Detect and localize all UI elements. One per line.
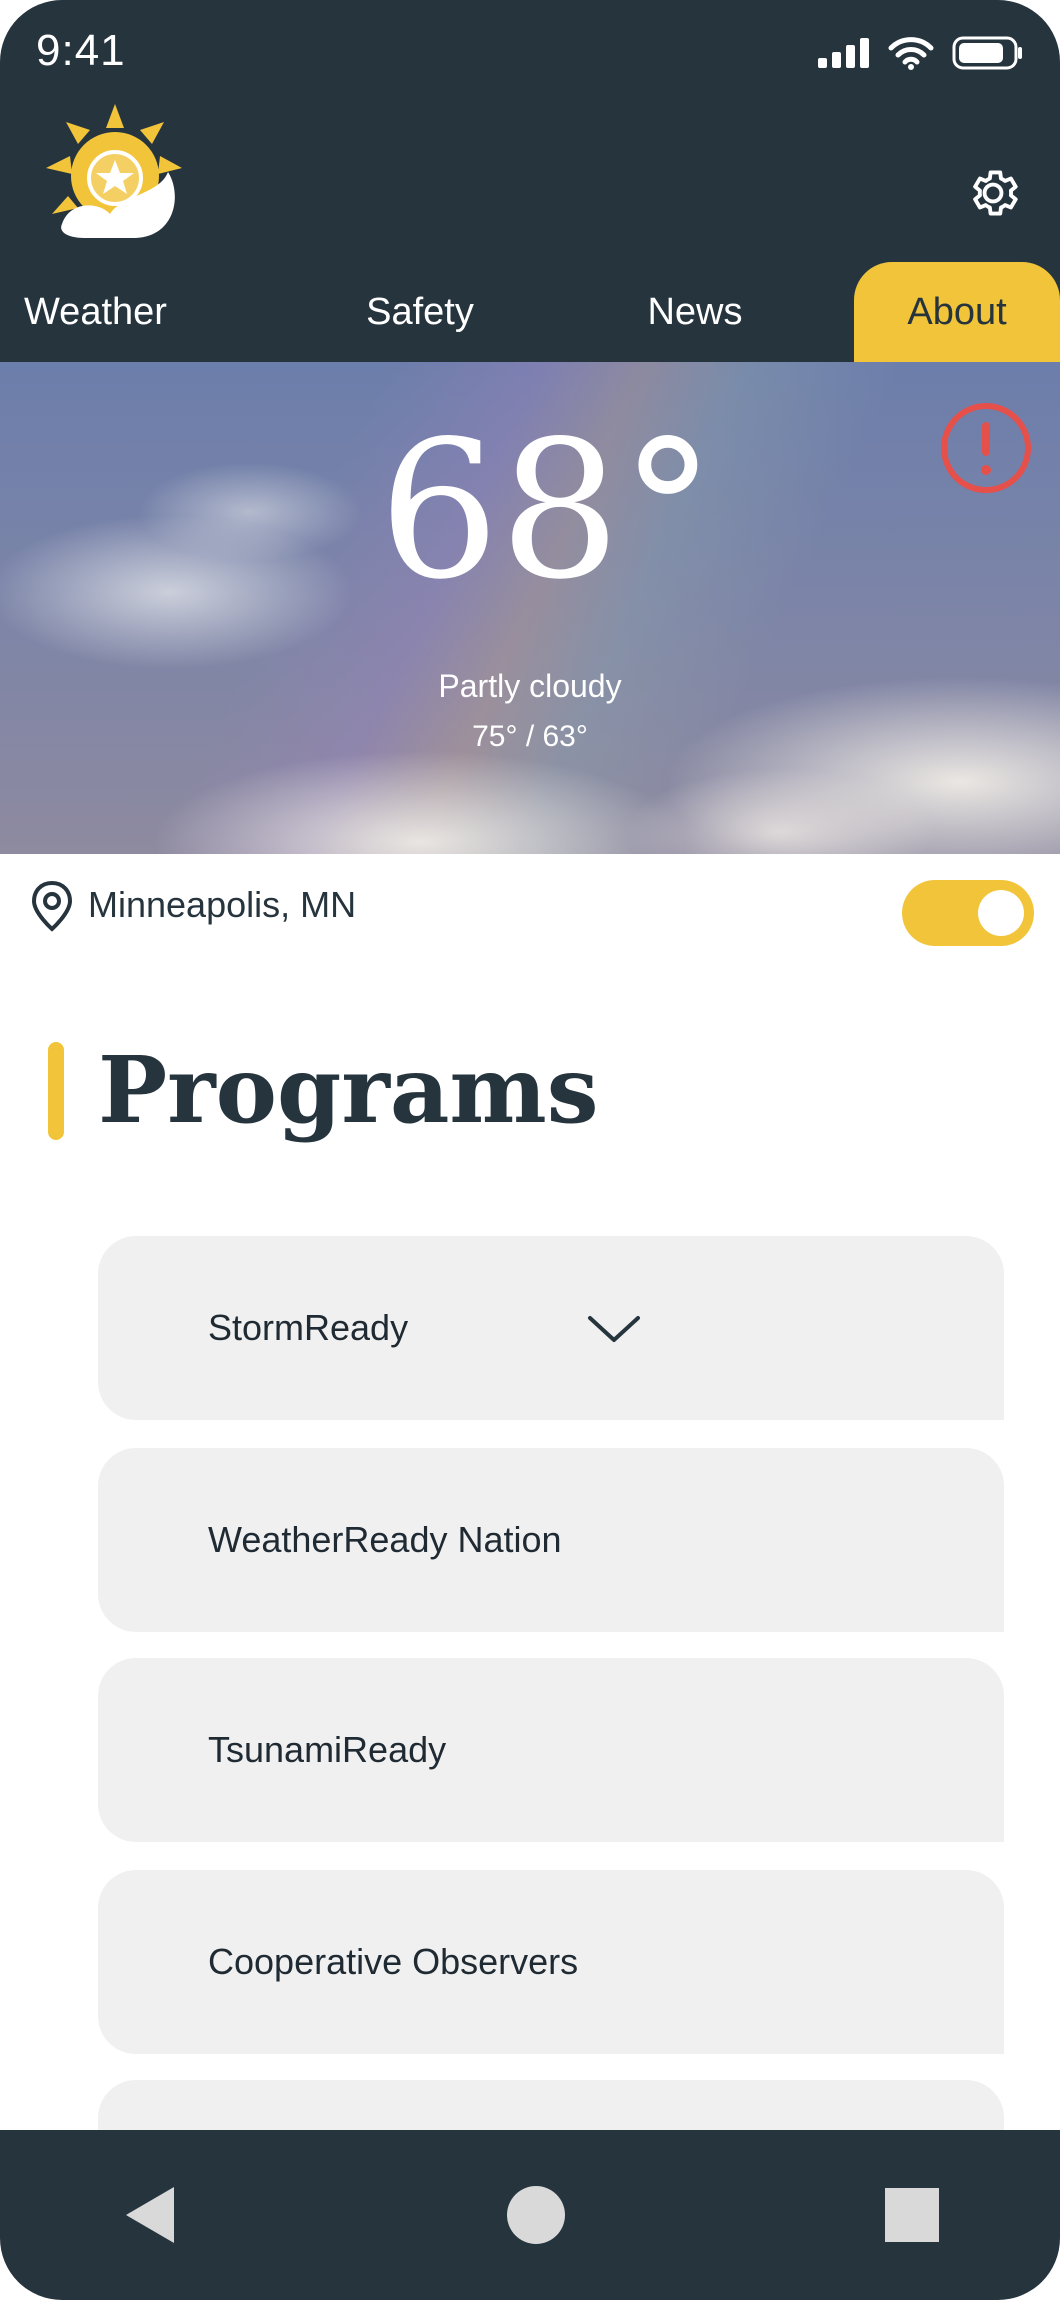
app-header: 9:41 Weather Safety News About — [0, 0, 1060, 362]
tab-label: News — [647, 290, 743, 333]
tab-label: Weather — [24, 290, 167, 333]
app-screen: 9:41 Weather Safety News About 68° Partl… — [0, 0, 1060, 2300]
program-card-weatherready-nation[interactable]: WeatherReady Nation — [98, 1448, 1004, 1632]
tab-weather[interactable]: Weather — [24, 262, 204, 362]
circle-home-icon — [507, 2186, 565, 2244]
programs-title: Programs — [98, 1036, 599, 1144]
square-recent-icon — [885, 2188, 939, 2242]
weather-hero: 68° Partly cloudy 75° / 63° — [0, 362, 1060, 854]
nav-recent-apps-button[interactable] — [862, 2130, 962, 2300]
section-accent-bar — [48, 1042, 64, 1140]
program-card-tsunamiready[interactable]: TsunamiReady — [98, 1658, 1004, 1842]
tab-label: About — [907, 290, 1007, 333]
sun-cloud-star-logo — [46, 104, 182, 238]
battery-icon — [952, 36, 1022, 70]
status-icons — [818, 36, 1024, 70]
status-time: 9:41 — [36, 26, 126, 75]
program-label: WeatherReady Nation — [208, 1519, 562, 1560]
settings-button[interactable] — [960, 160, 1026, 226]
top-tab-bar: Weather Safety News About — [0, 262, 1060, 362]
tab-news[interactable]: News — [620, 262, 770, 362]
gear-icon — [973, 170, 1018, 216]
program-card-cooperative-observers[interactable]: Cooperative Observers — [98, 1870, 1004, 2054]
tab-safety[interactable]: Safety — [340, 262, 500, 362]
location-toggle[interactable] — [902, 880, 1034, 946]
program-label: StormReady — [208, 1307, 409, 1348]
nav-home-button[interactable] — [486, 2130, 586, 2300]
toggle-knob — [978, 890, 1024, 936]
nav-back-button[interactable] — [100, 2130, 200, 2300]
tab-label: Safety — [366, 290, 474, 333]
weather-condition: Partly cloudy — [438, 668, 622, 704]
wifi-icon — [888, 37, 934, 70]
location-pin-icon — [31, 880, 73, 932]
location-name: Minneapolis, MN — [88, 884, 357, 925]
cellular-signal-icon — [818, 38, 869, 68]
program-card-stormready[interactable]: StormReady — [98, 1236, 1004, 1420]
current-temperature: 68° — [378, 400, 716, 621]
exclamation-circle-icon[interactable] — [940, 402, 1032, 494]
tab-about[interactable]: About — [854, 262, 1060, 362]
location-row: Minneapolis, MN — [0, 854, 1060, 964]
chevron-down-icon — [588, 1316, 640, 1342]
program-label: Cooperative Observers — [208, 1941, 579, 1982]
status-bar: 9:41 — [0, 0, 1060, 100]
triangle-back-icon — [126, 2187, 174, 2243]
system-navigation-bar — [0, 2130, 1060, 2300]
high-low-temperature: 75° / 63° — [472, 720, 588, 753]
program-label: TsunamiReady — [208, 1729, 447, 1770]
